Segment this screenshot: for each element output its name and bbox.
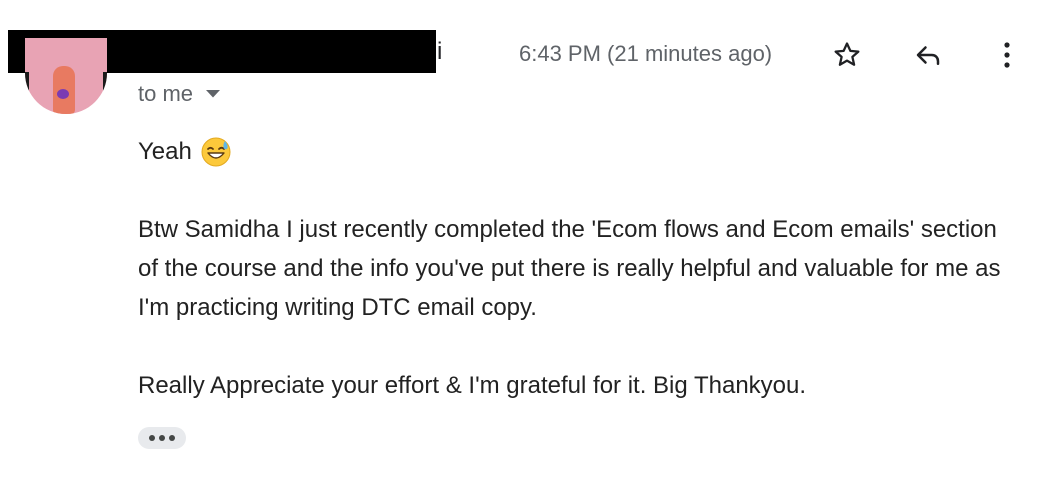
- ellipsis-dot: [169, 435, 175, 441]
- sender-name-tail[interactable]: i: [437, 38, 442, 66]
- more-vertical-icon: [1004, 42, 1010, 68]
- message-paragraph: Really Appreciate your effort & I'm grat…: [138, 372, 807, 399]
- grinning-face-with-sweat-emoji-icon: [200, 136, 232, 168]
- message-body: Yeah Btw Samidha I just recently complet…: [138, 132, 1018, 405]
- reply-icon: [916, 46, 940, 65]
- message-line-1: Yeah: [138, 132, 1018, 171]
- sender-avatar[interactable]: [25, 38, 107, 114]
- reply-button[interactable]: [911, 38, 945, 72]
- ellipsis-dot: [149, 435, 155, 441]
- caret-down-icon: [205, 89, 221, 99]
- ellipsis-dot: [159, 435, 165, 441]
- recipient-details-toggle[interactable]: to me: [138, 80, 221, 108]
- show-trimmed-content-button[interactable]: [138, 427, 186, 449]
- star-icon: [834, 42, 860, 66]
- message-paragraph: Btw Samidha I just recently completed th…: [138, 216, 1001, 321]
- recipient-label: to me: [138, 81, 194, 106]
- avatar-edge: [103, 72, 107, 112]
- more-options-button[interactable]: [990, 38, 1024, 72]
- message-text-yeah: Yeah: [138, 138, 192, 165]
- avatar-flower: [57, 89, 69, 99]
- message-timestamp: 6:43 PM (21 minutes ago): [519, 41, 773, 66]
- avatar-edge: [25, 72, 29, 112]
- star-button[interactable]: [830, 38, 864, 72]
